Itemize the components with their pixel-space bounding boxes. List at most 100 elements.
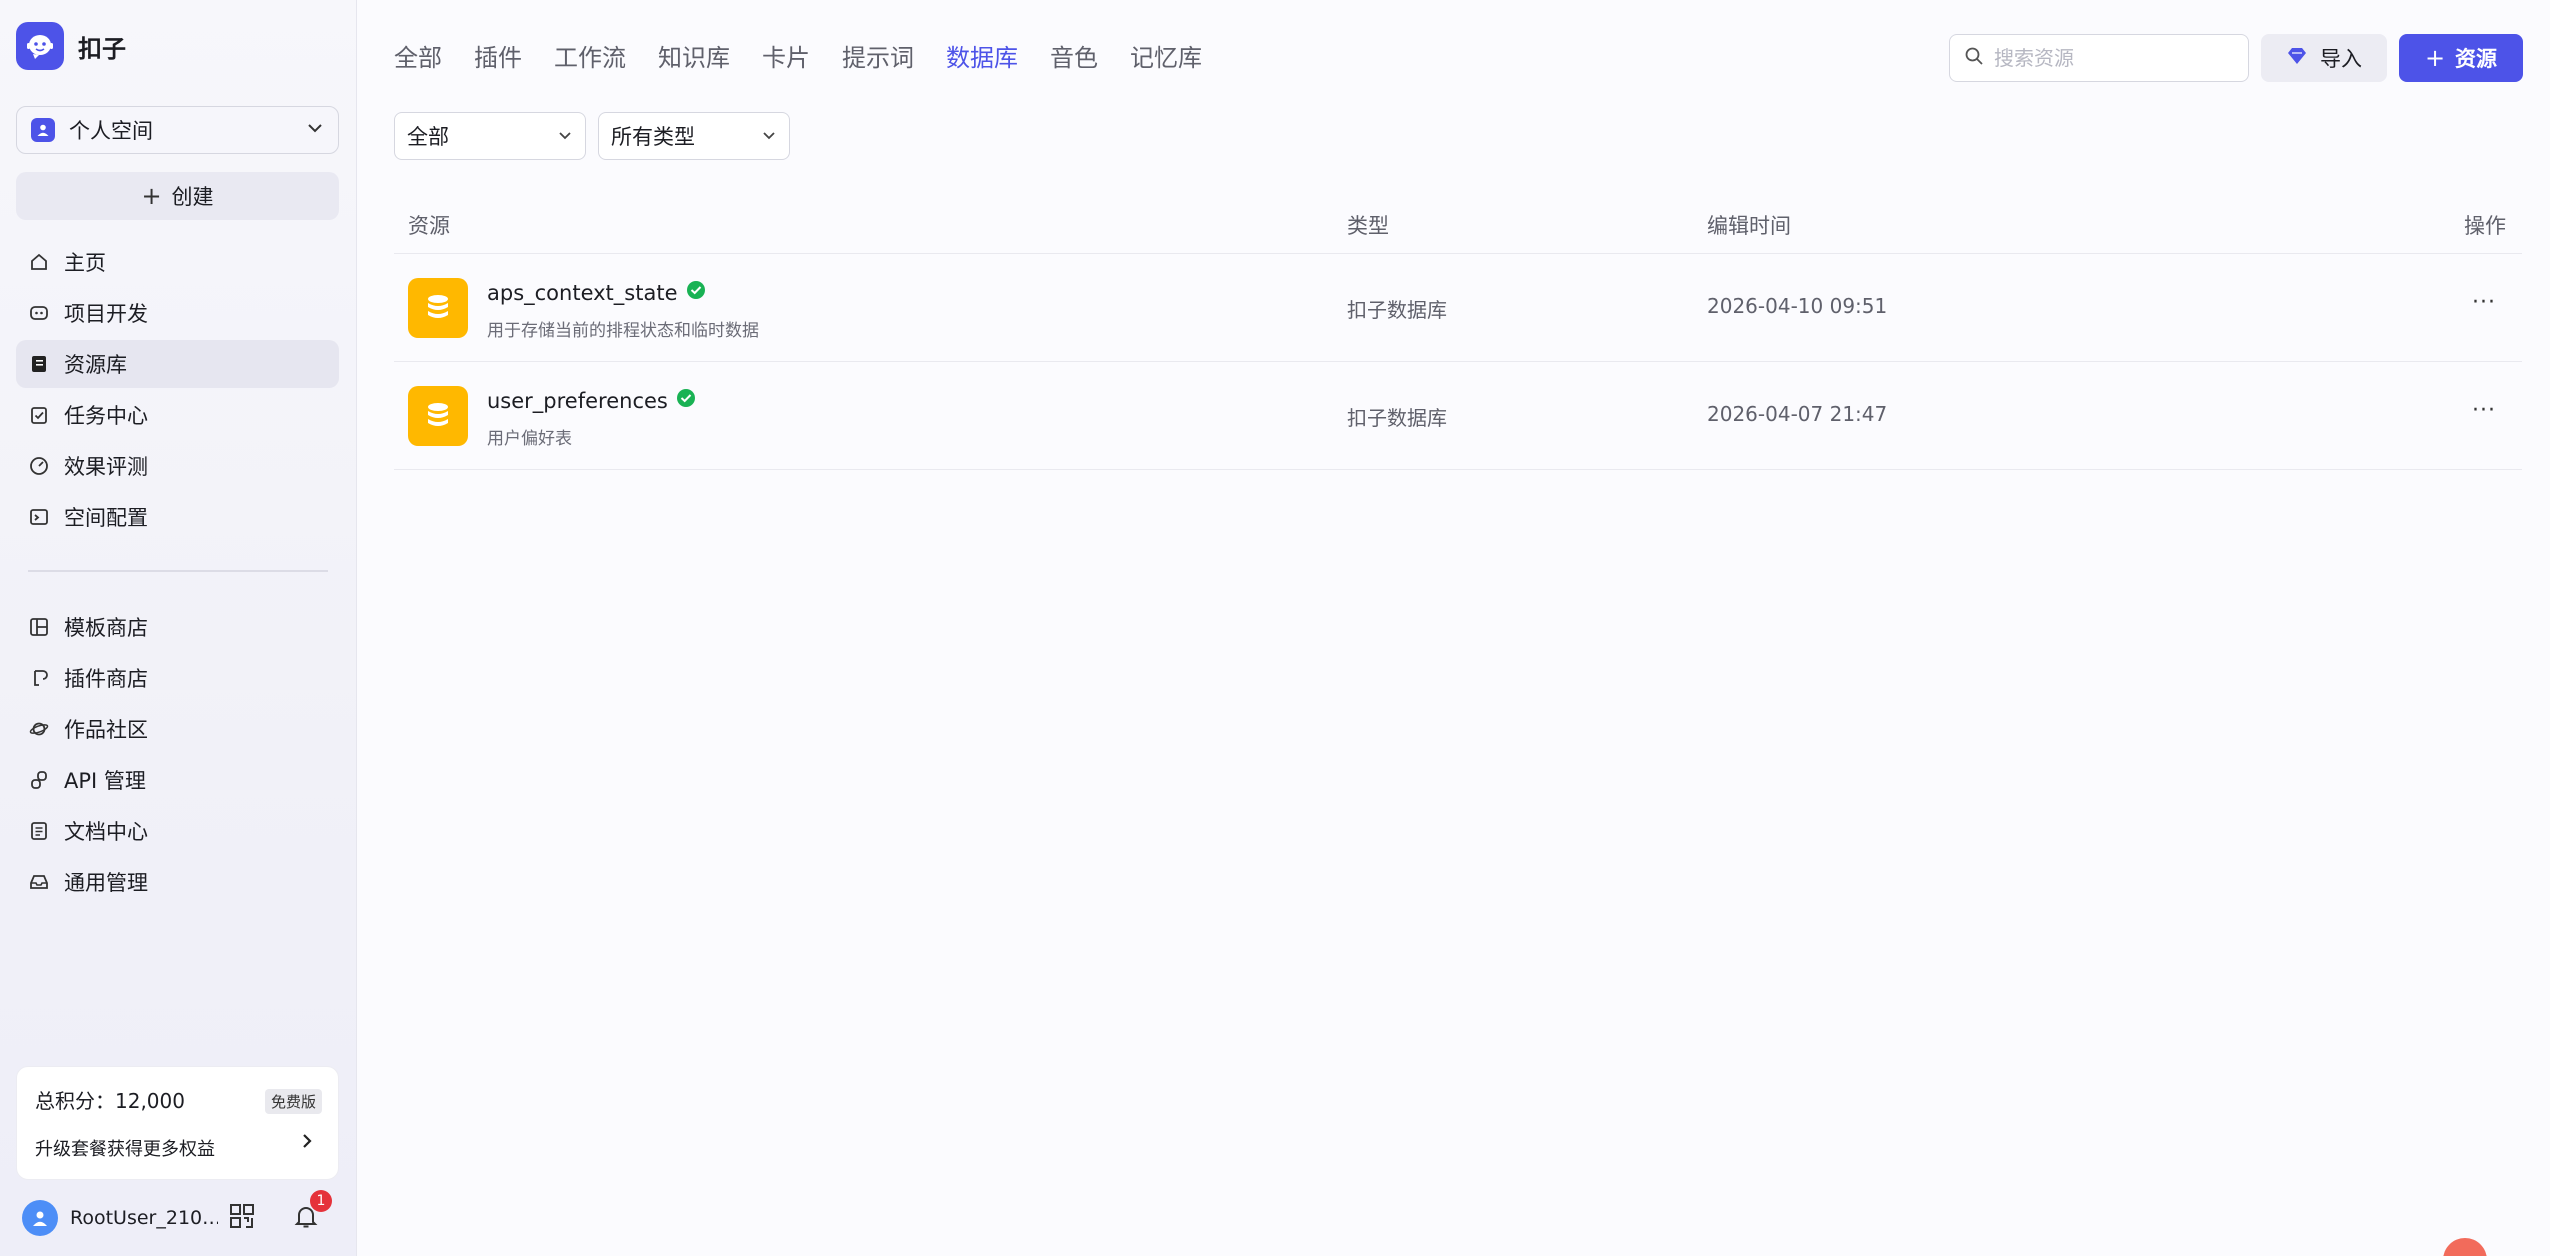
resource-description: 用户偏好表 <box>487 429 572 449</box>
upgrade-link[interactable]: 升级套餐获得更多权益 <box>35 1135 215 1161</box>
search-input[interactable] <box>1994 46 2224 70</box>
table-header: 资源 类型 编辑时间 操作 <box>394 198 2522 254</box>
nav-divider <box>28 570 328 572</box>
database-icon <box>408 278 468 338</box>
nav-item-label: API 管理 <box>64 769 146 793</box>
resource-edit-time: 2026-04-10 09:51 <box>1707 294 1888 318</box>
add-resource-button[interactable]: + 资源 <box>2399 34 2523 82</box>
search-box <box>1949 34 2249 82</box>
library-icon <box>28 353 50 375</box>
chevron-down-icon <box>557 124 573 148</box>
header-edit-time: 编辑时间 <box>1707 214 1791 238</box>
plus-icon: + <box>141 182 162 210</box>
nav-item-api[interactable]: API 管理 <box>16 756 339 804</box>
gauge-icon <box>28 455 50 477</box>
link-icon <box>28 769 50 791</box>
scope-filter-value: 全部 <box>407 125 449 149</box>
diamond-icon <box>2286 46 2308 71</box>
plus-icon: + <box>2424 44 2446 72</box>
assistant-bubble-icon[interactable] <box>2443 1238 2487 1256</box>
nav-item-tasks[interactable]: 任务中心 <box>16 391 339 439</box>
avatar[interactable] <box>22 1200 58 1236</box>
qr-code-icon[interactable] <box>228 1202 256 1234</box>
template-icon <box>28 616 50 638</box>
points-total: 总积分：12,000 <box>35 1089 185 1113</box>
nav-item-label: 通用管理 <box>64 871 148 895</box>
inbox-icon <box>28 871 50 893</box>
header-actions: 操作 <box>2464 214 2506 238</box>
nav-item-label: 资源库 <box>64 353 127 377</box>
chevron-right-icon <box>298 1131 316 1155</box>
create-label: 创建 <box>171 185 214 209</box>
import-button[interactable]: 导入 <box>2261 34 2387 82</box>
plan-badge: 免费版 <box>264 1089 322 1114</box>
planet-icon <box>28 718 50 740</box>
tab-database[interactable]: 数据库 <box>946 38 1018 78</box>
import-label: 导入 <box>2320 47 2362 71</box>
published-check-icon <box>676 388 696 413</box>
notification-button[interactable]: 1 <box>292 1190 332 1234</box>
nav-item-community[interactable]: 作品社区 <box>16 705 339 753</box>
type-filter[interactable]: 所有类型 <box>598 112 790 160</box>
resource-name-text: user_preferences <box>487 388 668 413</box>
home-icon <box>28 251 50 273</box>
space-selector[interactable]: 个人空间 <box>16 106 339 154</box>
resource-name-text: aps_context_state <box>487 280 678 305</box>
nav-item-library[interactable]: 资源库 <box>16 340 339 388</box>
database-icon <box>408 386 468 446</box>
document-icon <box>28 820 50 842</box>
scope-filter[interactable]: 全部 <box>394 112 586 160</box>
task-icon <box>28 404 50 426</box>
nav-item-label: 模板商店 <box>64 616 148 640</box>
create-button[interactable]: + 创建 <box>16 172 339 220</box>
resource-table: 资源 类型 编辑时间 操作 aps_context_state 用于存储当前的排… <box>394 198 2522 470</box>
nav-item-docs[interactable]: 文档中心 <box>16 807 339 855</box>
tab-plugins[interactable]: 插件 <box>474 38 522 78</box>
resource-type: 扣子数据库 <box>1347 298 1447 322</box>
brand-name: 扣子 <box>78 34 126 63</box>
nav-item-projects[interactable]: 项目开发 <box>16 289 339 337</box>
add-resource-label: 资源 <box>2455 47 2498 71</box>
points-card[interactable]: 总积分：12,000 免费版 升级套餐获得更多权益 <box>16 1066 339 1180</box>
table-row[interactable]: aps_context_state 用于存储当前的排程状态和临时数据 扣子数据库… <box>394 254 2522 362</box>
resource-description: 用于存储当前的排程状态和临时数据 <box>487 321 759 341</box>
terminal-icon <box>28 506 50 528</box>
tab-all[interactable]: 全部 <box>394 38 442 78</box>
published-check-icon <box>686 280 706 305</box>
bot-icon <box>28 302 50 324</box>
tab-prompts[interactable]: 提示词 <box>842 38 914 78</box>
chevron-down-icon <box>306 119 324 141</box>
more-actions-button[interactable]: ··· <box>2472 290 2496 315</box>
tab-voices[interactable]: 音色 <box>1050 38 1098 78</box>
resource-name: aps_context_state <box>487 280 706 305</box>
nav-item-home[interactable]: 主页 <box>16 238 339 286</box>
nav-item-plugin-store[interactable]: 插件商店 <box>16 654 339 702</box>
brand[interactable]: 扣子 <box>16 22 126 70</box>
tab-workflows[interactable]: 工作流 <box>554 38 626 78</box>
nav-item-label: 任务中心 <box>64 404 148 428</box>
notification-badge: 1 <box>310 1190 332 1212</box>
nav-item-template-store[interactable]: 模板商店 <box>16 603 339 651</box>
tab-cards[interactable]: 卡片 <box>762 38 810 78</box>
plugin-icon <box>28 667 50 689</box>
tab-knowledge[interactable]: 知识库 <box>658 38 730 78</box>
coze-logo-icon <box>16 22 64 70</box>
nav-item-label: 项目开发 <box>64 302 148 326</box>
more-actions-button[interactable]: ··· <box>2472 398 2496 423</box>
user-name[interactable]: RootUser_210… <box>70 1207 218 1229</box>
tab-memory[interactable]: 记忆库 <box>1130 38 1202 78</box>
chevron-down-icon <box>761 124 777 148</box>
resource-edit-time: 2026-04-07 21:47 <box>1707 402 1888 426</box>
nav-item-general-admin[interactable]: 通用管理 <box>16 858 339 906</box>
nav-item-label: 效果评测 <box>64 455 148 479</box>
nav-item-evaluation[interactable]: 效果评测 <box>16 442 339 490</box>
nav-item-space-config[interactable]: 空间配置 <box>16 493 339 541</box>
resource-tabs: 全部 插件 工作流 知识库 卡片 提示词 数据库 音色 记忆库 <box>394 38 1234 78</box>
table-row[interactable]: user_preferences 用户偏好表 扣子数据库 2026-04-07 … <box>394 362 2522 470</box>
nav-item-label: 插件商店 <box>64 667 148 691</box>
nav-item-label: 作品社区 <box>64 718 148 742</box>
space-avatar-icon <box>31 118 55 142</box>
header-resource: 资源 <box>408 214 450 238</box>
nav-main: 主页 项目开发 资源库 任务中心 效果评测 空间配置 <box>16 238 339 544</box>
resource-type: 扣子数据库 <box>1347 406 1447 430</box>
